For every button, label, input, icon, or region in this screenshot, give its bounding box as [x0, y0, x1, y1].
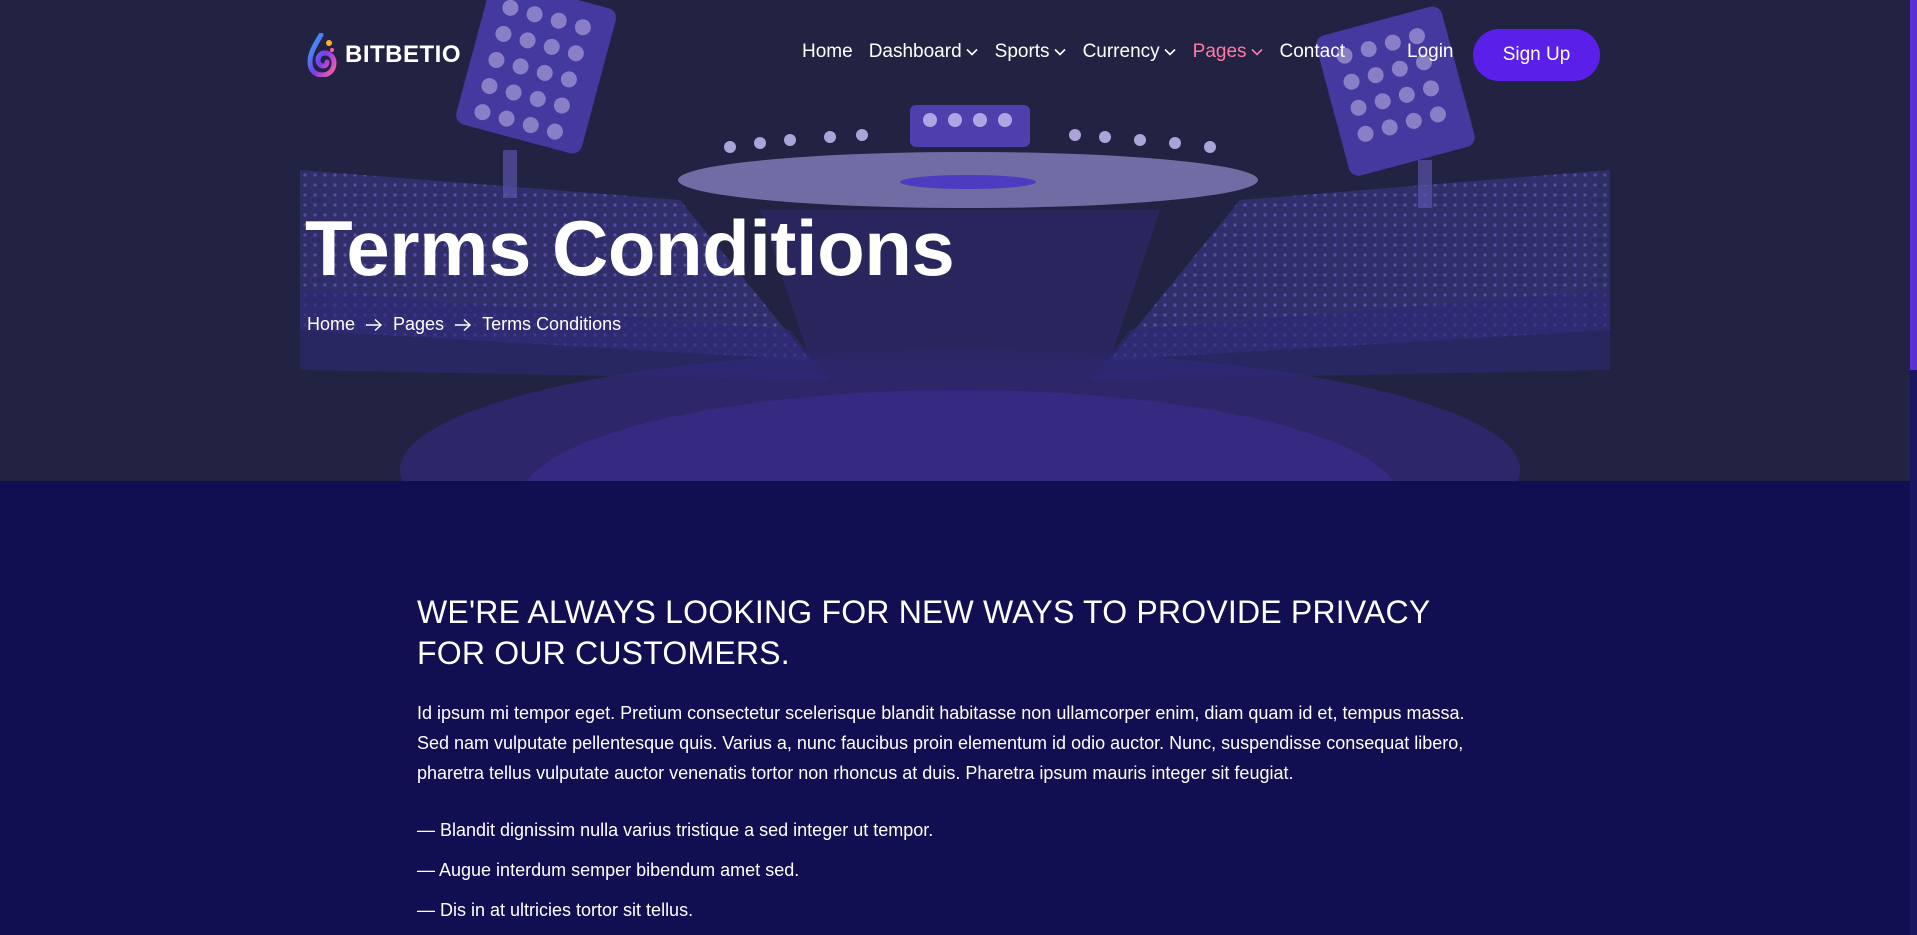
- main-menu: Home Dashboard Sports Currency Pages Con…: [802, 41, 1345, 63]
- nav-item-contact[interactable]: Contact: [1280, 41, 1345, 63]
- list-item: — Augue interdum semper bibendum amet se…: [417, 860, 800, 880]
- signup-button[interactable]: Sign Up: [1473, 29, 1600, 81]
- section-heading: WE'RE ALWAYS LOOKING FOR NEW WAYS TO PRO…: [417, 594, 1430, 671]
- nav-item-home[interactable]: Home: [802, 41, 853, 63]
- nav-item-currency[interactable]: Currency: [1083, 41, 1177, 63]
- breadcrumb-current: Terms Conditions: [482, 314, 622, 334]
- breadcrumb: Home Pages Terms Conditions: [307, 314, 621, 335]
- nav-item-sports[interactable]: Sports: [995, 41, 1067, 63]
- arrow-right-icon: [455, 318, 472, 331]
- flame-drop-logo-icon: [307, 33, 337, 77]
- list-item: — Blandit dignissim nulla varius tristiq…: [417, 820, 934, 840]
- list-item: — Dis in at ultricies tortor sit tellus.: [417, 900, 694, 920]
- terms-list: — Blandit dignissim nulla varius tristiq…: [417, 818, 1497, 922]
- nav-item-pages[interactable]: Pages: [1193, 41, 1264, 63]
- breadcrumb-home[interactable]: Home: [307, 314, 355, 335]
- nav-label: Home: [802, 41, 853, 62]
- arrow-right-icon: [366, 318, 383, 331]
- terms-content: WE'RE ALWAYS LOOKING FOR NEW WAYS TO PRO…: [417, 592, 1497, 935]
- nav-item-dashboard[interactable]: Dashboard: [869, 41, 979, 63]
- chevron-down-icon: [1164, 48, 1176, 56]
- page-title: Terms Conditions: [305, 204, 955, 292]
- login-link[interactable]: Login: [1407, 41, 1454, 63]
- chevron-down-icon: [1250, 48, 1263, 56]
- nav-label: Dashboard: [868, 41, 962, 62]
- chevron-down-icon: [966, 48, 978, 56]
- brand-name: BITBETIO: [345, 41, 461, 68]
- nav-label: Contact: [1279, 41, 1345, 62]
- page-scrollbar[interactable]: [1910, 0, 1917, 935]
- intro-paragraph: Id ipsum mi tempor eget. Pretium consect…: [417, 703, 1465, 783]
- nav-label: Sports: [994, 41, 1050, 62]
- nav-label: Pages: [1192, 41, 1247, 62]
- nav-label: Currency: [1082, 41, 1160, 62]
- chevron-down-icon: [1053, 48, 1066, 56]
- brand-logo[interactable]: BITBETIO: [307, 33, 461, 77]
- breadcrumb-pages[interactable]: Pages: [393, 314, 444, 335]
- scrollbar-thumb[interactable]: [1910, 0, 1917, 370]
- top-navigation: BITBETIO Home Dashboard Sports Currency …: [0, 0, 1910, 110]
